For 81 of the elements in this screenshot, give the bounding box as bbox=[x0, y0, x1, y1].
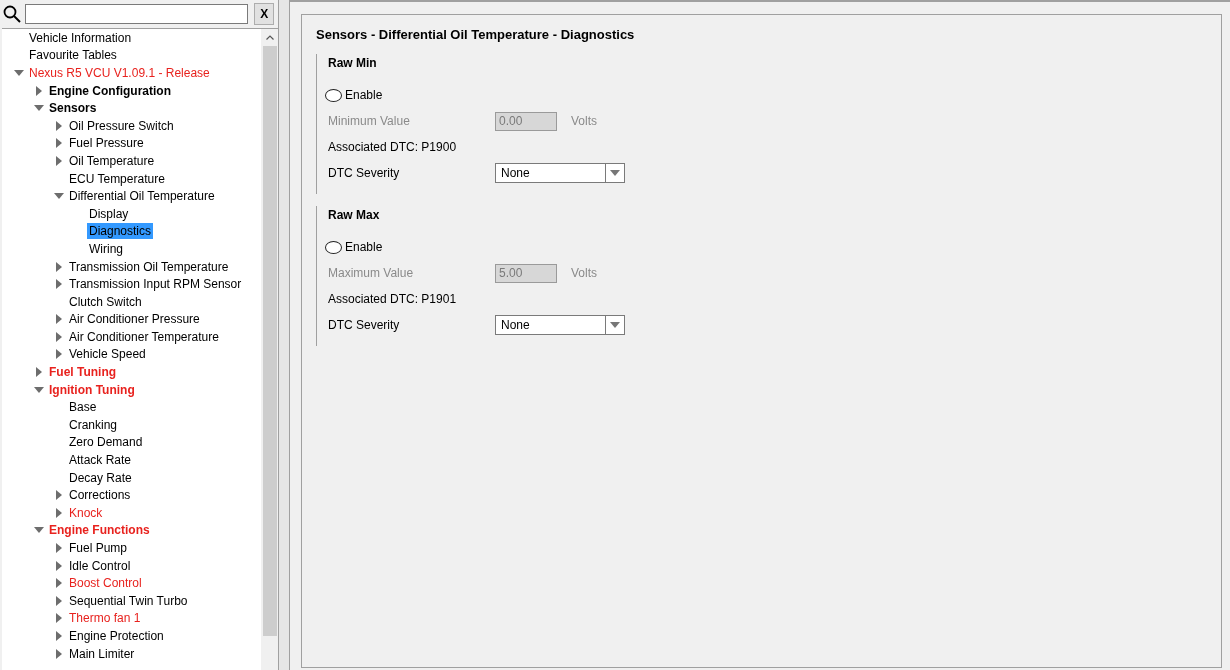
tree-item[interactable]: Fuel Pressure bbox=[69, 136, 144, 151]
tree-item[interactable]: Zero Demand bbox=[69, 435, 143, 450]
collapsed-arrow-icon[interactable] bbox=[54, 613, 64, 624]
collapsed-arrow-icon[interactable] bbox=[54, 261, 64, 272]
tree-item[interactable]: Display bbox=[89, 206, 129, 221]
tree-item[interactable]: Fuel Tuning bbox=[49, 365, 117, 380]
section-title: Raw Max bbox=[328, 208, 381, 224]
collapsed-arrow-icon[interactable] bbox=[54, 595, 64, 606]
field-label: Minimum Value bbox=[328, 114, 411, 128]
tree-item[interactable]: Air Conditioner Pressure bbox=[69, 312, 200, 327]
field-label: Maximum Value bbox=[328, 266, 415, 280]
clear-search-button[interactable]: X bbox=[254, 3, 274, 25]
dtc-label: Associated DTC: P1901 bbox=[328, 291, 458, 308]
dropdown-caret-icon bbox=[610, 170, 620, 176]
tree-item[interactable]: Oil Temperature bbox=[69, 153, 155, 168]
collapsed-arrow-icon[interactable] bbox=[54, 578, 64, 589]
tree-item[interactable]: Engine Configuration bbox=[49, 83, 171, 98]
collapsed-arrow-icon[interactable] bbox=[54, 560, 64, 571]
dropdown-caret-icon bbox=[610, 322, 620, 328]
field-label: DTC Severity bbox=[328, 166, 401, 180]
collapsed-arrow-icon[interactable] bbox=[54, 349, 64, 360]
tree-item[interactable]: Transmission Oil Temperature bbox=[69, 259, 229, 274]
tree-item[interactable]: Attack Rate bbox=[69, 453, 132, 468]
tree-item[interactable]: Vehicle Information bbox=[29, 30, 132, 45]
collapsed-arrow-icon[interactable] bbox=[54, 279, 64, 290]
tree-item[interactable]: Transmission Input RPM Sensor bbox=[69, 277, 242, 292]
collapsed-arrow-icon[interactable] bbox=[54, 507, 64, 518]
tree-item[interactable]: Decay Rate bbox=[69, 470, 132, 485]
tree-item[interactable]: Sensors bbox=[49, 101, 97, 116]
field-label: DTC Severity bbox=[328, 318, 401, 332]
enable-label: Enable bbox=[345, 88, 383, 102]
search-field[interactable] bbox=[25, 4, 249, 24]
collapsed-arrow-icon[interactable] bbox=[54, 648, 64, 659]
tree-item[interactable]: Cranking bbox=[69, 417, 118, 432]
tree-item[interactable]: Differential Oil Temperature bbox=[69, 189, 215, 204]
enable-label: Enable bbox=[345, 240, 383, 254]
unit-label: Volts bbox=[571, 266, 597, 280]
severity-dropdown[interactable]: None bbox=[495, 163, 625, 183]
scrollbar[interactable] bbox=[261, 29, 278, 670]
scroll-up-icon[interactable] bbox=[266, 35, 274, 40]
tree-item[interactable]: Boost Control bbox=[69, 576, 142, 591]
tree-item[interactable]: Air Conditioner Temperature bbox=[69, 329, 219, 344]
tree-item[interactable]: Thermo fan 1 bbox=[69, 611, 141, 626]
section-title: Raw Min bbox=[328, 56, 378, 72]
tree-item[interactable]: Main Limiter bbox=[69, 646, 135, 661]
enable-radio[interactable] bbox=[325, 88, 342, 102]
tree-item[interactable]: Diagnostics bbox=[89, 224, 152, 239]
tree-item[interactable]: Ignition Tuning bbox=[49, 382, 135, 397]
tree-item[interactable]: Wiring bbox=[89, 241, 123, 256]
collapsed-arrow-icon[interactable] bbox=[54, 314, 64, 325]
collapsed-arrow-icon[interactable] bbox=[34, 85, 44, 96]
collapsed-arrow-icon[interactable] bbox=[34, 367, 44, 378]
collapsed-arrow-icon[interactable] bbox=[54, 155, 64, 166]
tree-item[interactable]: Sequential Twin Turbo bbox=[69, 593, 188, 608]
tree-item[interactable]: Nexus R5 VCU V1.09.1 - Release bbox=[29, 66, 210, 80]
tree-item[interactable]: Engine Protection bbox=[69, 629, 164, 643]
tree-item[interactable]: Oil Pressure Switch bbox=[69, 118, 174, 133]
tree-item[interactable]: Base bbox=[69, 400, 97, 415]
tree-item[interactable]: Favourite Tables bbox=[29, 48, 117, 63]
collapsed-arrow-icon[interactable] bbox=[54, 331, 64, 342]
expanded-arrow-icon[interactable] bbox=[14, 68, 24, 78]
collapsed-arrow-icon[interactable] bbox=[54, 138, 64, 149]
tree-item[interactable]: Vehicle Speed bbox=[69, 347, 146, 362]
tree-item[interactable]: Corrections bbox=[69, 488, 131, 503]
unit-label: Volts bbox=[571, 114, 597, 128]
tree-item[interactable]: Fuel Pump bbox=[69, 541, 128, 555]
expanded-arrow-icon[interactable] bbox=[34, 384, 44, 395]
collapsed-arrow-icon[interactable] bbox=[54, 543, 64, 553]
tree-item[interactable]: ECU Temperature bbox=[69, 171, 165, 186]
page-title: Sensors - Differential Oil Temperature - Diagnostics bbox=[316, 27, 636, 42]
severity-dropdown[interactable]: None bbox=[495, 315, 625, 335]
tree-item[interactable]: Knock bbox=[69, 505, 103, 520]
search-icon bbox=[3, 5, 21, 23]
tree-item[interactable]: Engine Functions bbox=[49, 523, 150, 538]
enable-radio[interactable] bbox=[325, 240, 342, 254]
collapsed-arrow-icon[interactable] bbox=[54, 631, 64, 641]
dtc-label: Associated DTC: P1900 bbox=[328, 139, 458, 156]
tree-item[interactable]: Clutch Switch bbox=[69, 294, 142, 309]
tree-item[interactable]: Idle Control bbox=[69, 558, 131, 573]
collapsed-arrow-icon[interactable] bbox=[54, 490, 64, 501]
collapsed-arrow-icon[interactable] bbox=[54, 120, 64, 131]
